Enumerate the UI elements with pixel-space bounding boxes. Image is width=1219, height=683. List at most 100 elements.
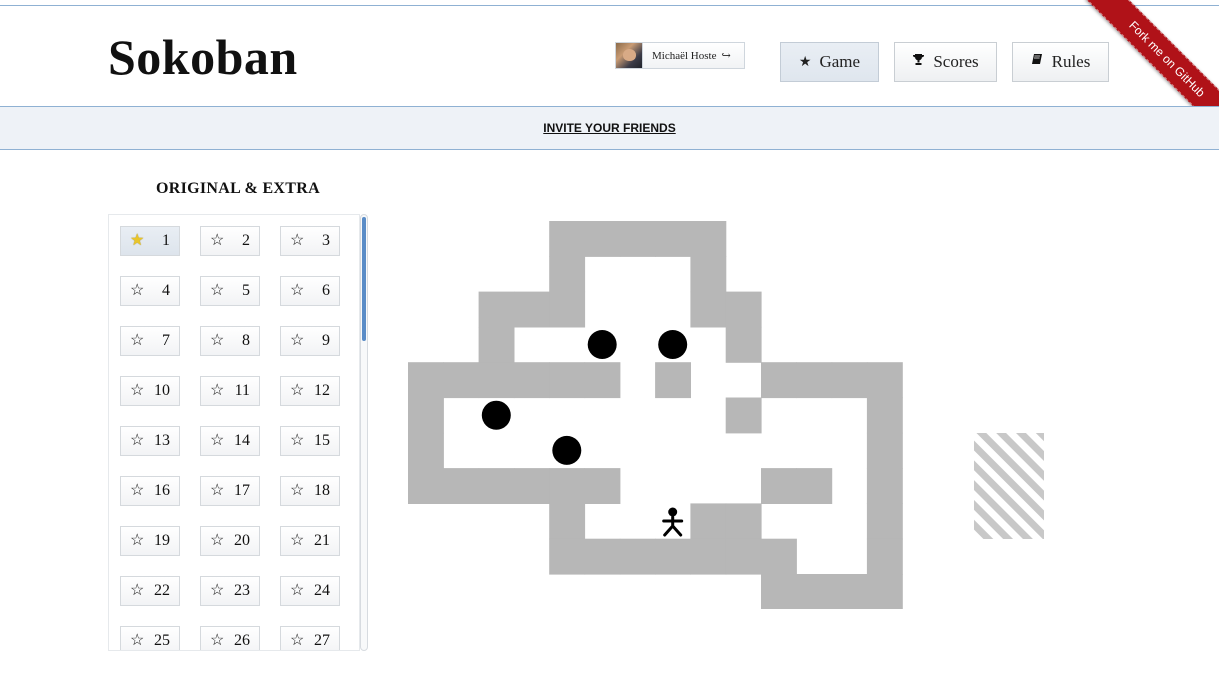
wall-tile [866,538,903,575]
level-button[interactable]: ☆ 27 [280,626,340,650]
level-button[interactable]: ☆ 11 [200,376,260,406]
wall-tile [478,468,515,504]
star-icon: ☆ [130,282,145,299]
trophy-icon [912,53,925,71]
invite-bar: INVITE YOUR FRIENDS [0,106,1219,150]
book-icon [1031,53,1044,71]
levels-scrollbar[interactable] [360,214,368,651]
wall-tile [549,468,586,504]
wall-tile [549,503,586,540]
level-button[interactable]: ★ 1 [120,226,180,256]
nav-game-label: Game [819,52,861,71]
level-button[interactable]: ☆ 22 [120,576,180,606]
level-button[interactable]: ☆ 15 [280,426,340,456]
wall-tile [655,538,691,575]
box[interactable] [552,435,582,465]
level-number: 13 [154,432,170,449]
level-button[interactable]: ☆ 20 [200,526,260,556]
level-button[interactable]: ☆ 5 [200,276,260,306]
header: Sokoban Michaël Hoste ↪ ★ Game Scores Ru… [0,6,1219,106]
level-button[interactable]: ☆ 16 [120,476,180,506]
wall-tile [584,362,621,399]
level-button[interactable]: ☆ 4 [120,276,180,306]
level-button[interactable]: ☆ 13 [120,426,180,456]
levels-grid: ★ 1 ☆ 2 ☆ 3 ☆ 4 ☆ 5 ☆ 6 ☆ 7 ☆ 8 ☆ 9 ☆ 10 ☆ 11 ☆ 12 ☆ 13 ☆ 14 ☆ 15 ☆ 16 ☆… [120,226,340,650]
star-icon: ☆ [210,282,225,299]
wall-tile [513,362,550,399]
level-button[interactable]: ☆ 3 [280,226,340,256]
star-icon: ☆ [290,532,305,549]
star-icon: ☆ [210,382,225,399]
level-number: 24 [314,582,330,599]
level-button[interactable]: ☆ 10 [120,376,180,406]
player-icon[interactable] [662,507,684,537]
level-button[interactable]: ☆ 9 [280,326,340,356]
level-number: 18 [314,482,330,499]
level-button[interactable]: ☆ 12 [280,376,340,406]
box[interactable] [587,330,617,359]
level-button[interactable]: ☆ 17 [200,476,260,506]
level-button[interactable]: ☆ 26 [200,626,260,650]
box[interactable] [481,400,511,430]
nav-scores-button[interactable]: Scores [894,42,997,82]
levels-scroll-thumb[interactable] [362,217,366,341]
level-number: 10 [154,382,170,399]
wall-tile [513,468,550,504]
wall-tile [725,397,762,434]
box[interactable] [658,330,688,359]
level-button[interactable]: ☆ 14 [200,426,260,456]
level-number: 1 [162,232,170,249]
wall-tile [408,362,444,399]
level-number: 4 [162,282,170,299]
level-number: 5 [242,282,250,299]
level-number: 15 [314,432,330,449]
user-menu[interactable]: Michaël Hoste ↪ [615,42,745,69]
wall-tile [725,291,762,328]
level-button[interactable]: ☆ 19 [120,526,180,556]
wall-tile [866,362,903,399]
nav-scores-label: Scores [933,52,979,71]
level-number: 16 [154,482,170,499]
level-button[interactable]: ☆ 24 [280,576,340,606]
level-button[interactable]: ☆ 7 [120,326,180,356]
level-button[interactable]: ☆ 2 [200,226,260,256]
wall-tile [443,362,480,399]
wall-tile [549,538,586,575]
nav-game-button[interactable]: ★ Game [780,42,879,82]
star-icon: ☆ [130,632,145,649]
invite-friends-link[interactable]: INVITE YOUR FRIENDS [543,121,675,135]
goal-area [974,433,1044,539]
wall-tile [549,362,586,399]
wall-tile [478,362,515,399]
wall-tile [513,291,550,328]
star-icon: ☆ [290,432,305,449]
level-button[interactable]: ☆ 23 [200,576,260,606]
app-logo[interactable]: Sokoban [108,28,298,86]
level-button[interactable]: ☆ 6 [280,276,340,306]
level-button[interactable]: ☆ 18 [280,476,340,506]
star-icon: ☆ [130,482,145,499]
level-number: 14 [234,432,250,449]
star-icon: ☆ [130,332,145,349]
star-icon: ☆ [290,332,305,349]
level-button[interactable]: ☆ 25 [120,626,180,650]
level-number: 6 [322,282,330,299]
star-icon: ☆ [130,382,145,399]
sign-out-icon[interactable]: ↪ [721,49,730,62]
wall-tile [690,256,727,293]
level-button[interactable]: ☆ 21 [280,526,340,556]
game-board[interactable] [408,221,1080,609]
wall-tile [761,574,797,609]
level-number: 23 [234,582,250,599]
star-icon: ☆ [210,582,225,599]
wall-tile [690,221,727,257]
level-button[interactable]: ☆ 8 [200,326,260,356]
star-icon: ☆ [290,232,305,249]
star-icon: ☆ [290,632,305,649]
level-number: 26 [234,632,250,649]
star-icon: ☆ [210,532,225,549]
wall-tile [408,468,444,504]
wall-tile [831,362,868,399]
wall-tile [761,468,797,504]
level-number: 17 [234,482,250,499]
